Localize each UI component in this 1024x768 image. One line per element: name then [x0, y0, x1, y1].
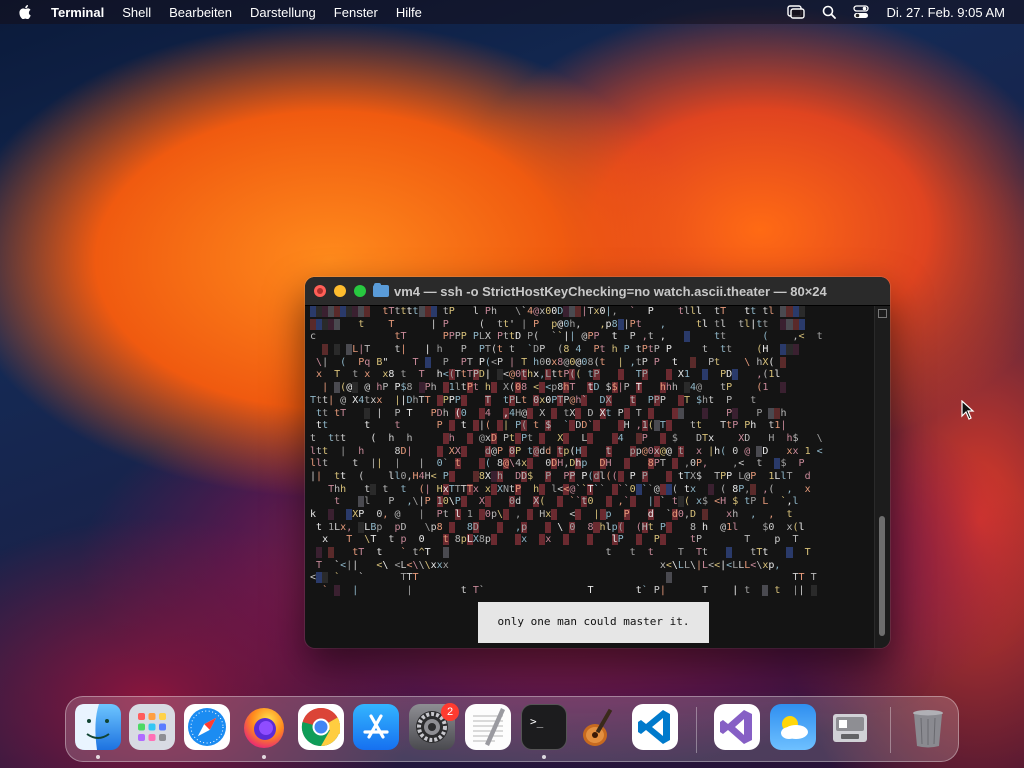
status-area: Di. 27. Feb. 9:05 AM — [787, 0, 1024, 24]
dock-garageband[interactable] — [576, 704, 622, 750]
dock-terminal[interactable]: >_ — [521, 704, 567, 750]
ascii-row: t T | P ( tt' | P p@0h, ,p8 |Pt , tl tl … — [305, 318, 875, 332]
ascii-row: Ttt| @ X4txx ||DhTT PPP T tPLt 0x0PTP@h`… — [310, 394, 757, 406]
ascii-video-frame: tTtttt tP l Ph \`4@x00D |Tx0|, ` P tlll … — [305, 306, 875, 598]
ascii-row: \| ( Pq B" T P PT P(<P | T h00x8@0@08(t … — [305, 356, 875, 370]
chrome-icon — [301, 707, 341, 747]
ascii-row: Thh t t t (| HxTTTTx x XNtP h l<<@``T`` … — [328, 483, 811, 495]
visual-studio-icon — [720, 710, 752, 744]
folder-icon — [373, 283, 389, 297]
dock-finder[interactable] — [75, 704, 121, 750]
terminal-icon: >_ — [530, 715, 544, 728]
dock-visual-studio[interactable] — [714, 704, 760, 750]
menu-hilfe[interactable]: Hilfe — [396, 5, 422, 20]
launchpad-icon — [138, 713, 166, 741]
video-subtitle: only one man could master it. — [478, 602, 709, 643]
menu-clock[interactable]: Di. 27. Feb. 9:05 AM — [886, 5, 1005, 20]
ascii-row: x T \T t p 0 t 8pLX8p x x lP P tP T p T — [322, 534, 799, 546]
minimize-button[interactable] — [334, 285, 346, 297]
menu-fenster[interactable]: Fenster — [334, 5, 378, 20]
dock-separator — [890, 707, 891, 753]
spotlight-search-icon[interactable] — [822, 5, 837, 19]
dock-firefox[interactable] — [241, 704, 287, 750]
ascii-row: t l P ,\|P 10\P X 0d X( ``t0 ,` | ` t ( … — [334, 496, 799, 508]
apple-menu-icon[interactable] — [18, 5, 32, 19]
control-center-icon[interactable] — [853, 5, 870, 19]
ascii-row: t ttt ( h h h @xD Pt Pt X L 4 P $ DTx XD… — [310, 432, 823, 444]
finder-icon — [75, 704, 121, 750]
menu-bearbeiten[interactable]: Bearbeiten — [169, 5, 232, 20]
bootcamp-icon — [833, 714, 867, 742]
trash-icon — [913, 710, 943, 748]
firefox-icon — [244, 708, 284, 748]
dock-weather[interactable] — [770, 704, 816, 750]
running-indicator — [96, 755, 100, 759]
vscode-icon — [638, 710, 670, 744]
ascii-row: tTtttt tP l Ph \`4@x00D |Tx0|, ` P tlll … — [305, 306, 875, 319]
zoom-button[interactable] — [354, 285, 366, 297]
ascii-row: T `<|| <\ <L<\\\xxx x<\LL\|L<<|<LLL<\xp, — [316, 559, 781, 571]
weather-icon — [781, 716, 808, 739]
menu-darstellung[interactable]: Darstellung — [250, 5, 316, 20]
dock-launchpad[interactable] — [129, 704, 175, 750]
ascii-row: ` | | t T` T t` P| T | t t || — [305, 585, 875, 598]
ascii-row: ltt | h 8D| XX d@P 0P t@dd tp(H t pp@0x@… — [310, 445, 823, 457]
close-button[interactable] — [314, 285, 326, 297]
menu-shell[interactable]: Shell — [122, 5, 151, 20]
ascii-row: < ` ` TTT TT T — [310, 572, 817, 584]
dock-textedit[interactable] — [465, 704, 511, 750]
ascii-row: tT t ` t^T t t t T Tt tTt T — [305, 547, 875, 560]
ascii-row: L|T t| | h P PT(t t `DP (8 4 Pt h P tPtP… — [305, 344, 875, 357]
ascii-row: tt tT | P T PDh (0 4 ,4H@ X tX D Xt P T … — [316, 407, 787, 419]
running-indicator — [542, 755, 546, 759]
scroll-up-arrow[interactable] — [878, 309, 887, 318]
ascii-row: k XP 0, @ | Pt l 1 0p\ , Hx < | p P d `d… — [310, 509, 793, 520]
notification-badge: 2 — [441, 703, 459, 721]
app-menu-terminal[interactable]: Terminal — [51, 5, 104, 20]
ascii-row: c tT PPPP PLX PttD P( ``|| @PP t P ,t , … — [310, 331, 823, 343]
mouse-cursor-icon — [961, 400, 975, 420]
dock-chrome[interactable] — [298, 704, 344, 750]
dock: >_ — [65, 696, 959, 762]
window-titlebar[interactable]: vm4 — ssh -o StrictHostKeyChecking=no wa… — [305, 277, 890, 306]
menu-bar: Terminal Shell Bearbeiten Darstellung Fe… — [0, 0, 1024, 24]
ascii-row: t 1Lx, LBp pD \p8 8D ,p \ 0 8 hlp( (Ht P… — [316, 521, 805, 533]
window-title: vm4 — ssh -o StrictHostKeyChecking=no wa… — [394, 283, 827, 299]
dock-vscode[interactable] — [632, 704, 678, 750]
dock-safari[interactable] — [184, 704, 230, 750]
scroll-thumb[interactable] — [879, 516, 885, 636]
ascii-row: x T t x x8 t T h<(TtTPD| <@0thx,LttP(( t… — [316, 369, 781, 381]
safari-icon — [188, 708, 226, 746]
screen-mirroring-icon[interactable] — [787, 5, 806, 19]
terminal-screen[interactable]: tTtttt tP l Ph \`4@x00D |Tx0|, ` P tlll … — [305, 306, 875, 648]
garageband-icon — [583, 708, 613, 746]
textedit-icon — [473, 708, 505, 746]
svg-text:>_: >_ — [530, 715, 544, 728]
dock-trash[interactable] — [905, 704, 951, 750]
ascii-row: || tt ( ll0,H4H< P 8X h DD$ P PP P(dl(( … — [310, 470, 811, 482]
dock-bootcamp[interactable] — [827, 704, 873, 750]
terminal-window: vm4 — ssh -o StrictHostKeyChecking=no wa… — [305, 277, 890, 648]
terminal-scrollbar[interactable] — [874, 306, 890, 648]
app-store-icon — [363, 714, 389, 739]
dock-separator — [696, 707, 697, 753]
ascii-row: | (@ @ hP P$8 Ph 1ltPt h X(08 < <p8hT tD… — [305, 382, 875, 395]
ascii-row: llt t || | | 0` t ( 8@\4x 0DH,Dhp DH 8PT… — [310, 458, 805, 470]
running-indicator — [262, 755, 266, 759]
ascii-row: tt t t P t |( | P( t $ ` DD` H ,1( T tt … — [316, 420, 787, 432]
dock-app-store[interactable] — [353, 704, 399, 750]
